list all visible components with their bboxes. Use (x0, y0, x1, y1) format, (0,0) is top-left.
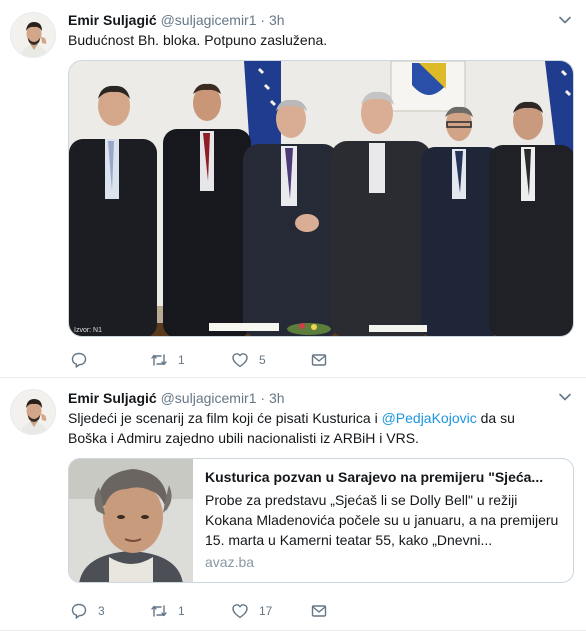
card-description: Probe za predstavu „Sjećaš li se Dolly B… (205, 492, 559, 548)
tweet-text-start: Sljedeći je scenarij za film koji će pis… (68, 410, 382, 426)
retweet-button[interactable]: 1 (150, 601, 185, 621)
avatar[interactable] (10, 12, 56, 58)
author-handle[interactable]: @suljagicemir1 (161, 390, 257, 406)
reply-icon (71, 352, 87, 368)
author-handle[interactable]: @suljagicemir1 (161, 12, 257, 28)
separator-dot: · (260, 390, 266, 406)
reply-count: 3 (98, 604, 105, 618)
retweet-button[interactable]: 1 (150, 350, 185, 370)
direct-message-icon (311, 605, 327, 617)
avatar[interactable] (10, 389, 56, 435)
photo-credit: Izvor: N1 (74, 327, 103, 334)
reply-icon (71, 603, 87, 619)
like-icon (232, 604, 248, 619)
tweet[interactable]: Emir Suljagić @suljagicemir1 · 3h Sljede… (0, 379, 586, 631)
tweet-photo[interactable]: Izvor: N1 (68, 60, 574, 337)
tweet-timestamp[interactable]: 3h (269, 12, 285, 28)
tweet-header: Emir Suljagić @suljagicemir1 · 3h (68, 11, 285, 29)
tweet-text: Sljedeći je scenarij za film koji će pis… (68, 408, 538, 448)
author-name[interactable]: Emir Suljagić (68, 390, 157, 406)
reply-button[interactable] (70, 350, 98, 370)
timeline: Emir Suljagić @suljagicemir1 · 3h Budućn… (0, 0, 586, 633)
retweet-count: 1 (178, 353, 185, 367)
author-name[interactable]: Emir Suljagić (68, 12, 157, 28)
direct-message-button[interactable] (310, 601, 328, 621)
chevron-down-icon[interactable] (558, 13, 572, 27)
tweet-header: Emir Suljagić @suljagicemir1 · 3h (68, 389, 285, 407)
tweet[interactable]: Emir Suljagić @suljagicemir1 · 3h Budućn… (0, 0, 586, 378)
card-thumbnail (69, 459, 193, 582)
tweet-text: Budućnost Bh. bloka. Potpuno zaslužena. (68, 32, 328, 48)
card-body: Kusturica pozvan u Sarajevo na premijeru… (205, 467, 563, 572)
retweet-icon (151, 605, 167, 617)
direct-message-icon (311, 354, 327, 366)
chevron-down-icon[interactable] (558, 390, 572, 404)
like-count: 17 (259, 604, 273, 618)
card-domain: avaz.ba (205, 554, 255, 570)
separator-dot: · (260, 12, 266, 28)
like-button[interactable]: 17 (231, 601, 272, 621)
direct-message-button[interactable] (310, 350, 328, 370)
retweet-count: 1 (178, 604, 185, 618)
link-card[interactable]: Kusturica pozvan u Sarajevo na premijeru… (68, 458, 574, 583)
retweet-icon (151, 354, 167, 366)
like-icon (232, 353, 248, 368)
like-button[interactable]: 5 (231, 350, 266, 370)
tweet-timestamp[interactable]: 3h (269, 390, 285, 406)
card-title[interactable]: Kusturica pozvan u Sarajevo na premijeru… (205, 467, 563, 487)
mention-link[interactable]: @PedjaKojovic (382, 410, 477, 426)
like-count: 5 (259, 353, 266, 367)
reply-button[interactable]: 3 (70, 601, 105, 621)
photo-scene (69, 61, 573, 336)
